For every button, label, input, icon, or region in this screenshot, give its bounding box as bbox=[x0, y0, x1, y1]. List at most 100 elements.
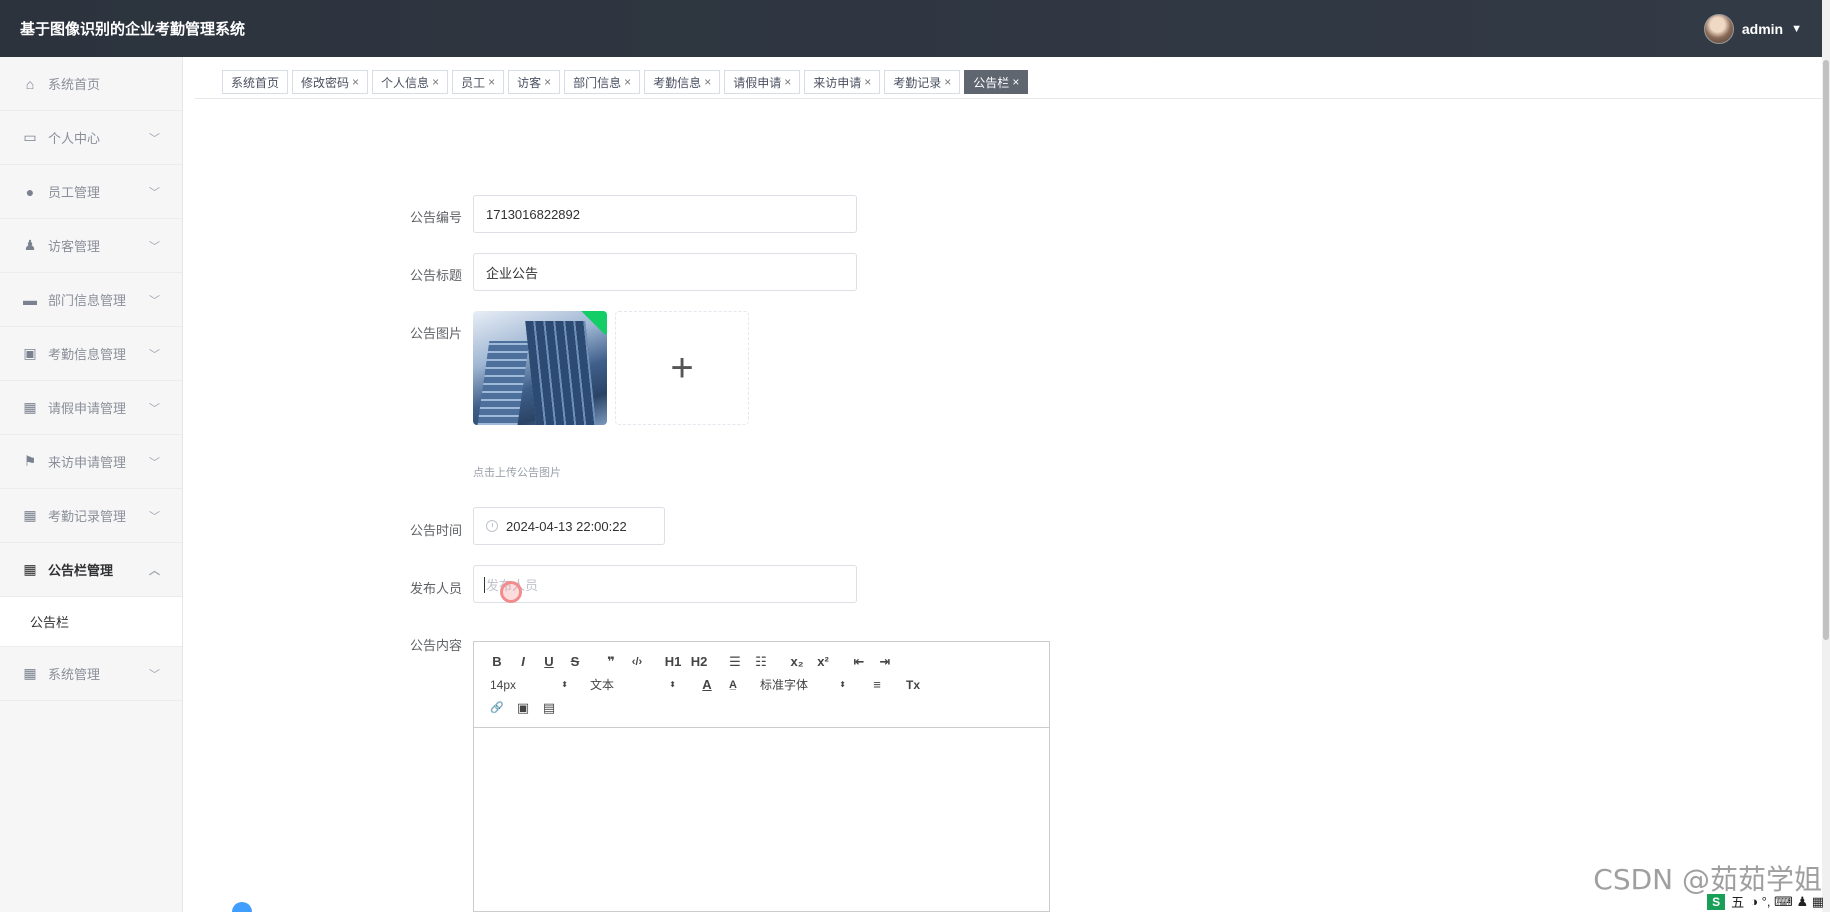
notice-time-picker[interactable]: 2024-04-13 22:00:22 bbox=[473, 507, 665, 545]
sidebar-item-label: 员工管理 bbox=[48, 185, 101, 200]
tab-attendance-info[interactable]: 考勤信息 × bbox=[644, 70, 721, 94]
close-icon[interactable]: × bbox=[352, 75, 359, 89]
video-icon[interactable]: ▤ bbox=[536, 700, 562, 716]
font-color-icon[interactable]: A bbox=[694, 677, 720, 692]
indent-icon[interactable]: ⇥ bbox=[872, 654, 898, 670]
username[interactable]: admin bbox=[1742, 21, 1783, 37]
tray-icons[interactable]: ◑ °, ⌨ ♟ ▦ bbox=[1750, 894, 1824, 910]
image-icon[interactable]: ▣ bbox=[510, 700, 536, 716]
ordered-list-icon[interactable]: ☰ bbox=[722, 654, 748, 670]
tab-leave-request[interactable]: 请假申请 × bbox=[724, 70, 801, 94]
bold-icon[interactable]: B bbox=[484, 654, 510, 669]
user-menu[interactable]: admin ▼ bbox=[1703, 13, 1802, 44]
sidebar-item-notice[interactable]: ▦ 公告栏管理 ︿ bbox=[0, 543, 182, 597]
editor-content-area[interactable] bbox=[474, 728, 1049, 911]
underline-icon[interactable]: U bbox=[536, 654, 562, 669]
grid-icon: ▦ bbox=[23, 399, 37, 415]
sidebar-item-attendance-record[interactable]: ▦ 考勤记录管理 ﹀ bbox=[0, 489, 182, 543]
tab-visit-request[interactable]: 来访申请 × bbox=[804, 70, 881, 94]
tab-employee[interactable]: 员工 × bbox=[452, 70, 505, 94]
top-header: 基于图像识别的企业考勤管理系统 admin ▼ bbox=[0, 0, 1822, 57]
sidebar-item-visitor[interactable]: ♟ 访客管理 ﹀ bbox=[0, 219, 182, 273]
sidebar-item-attendance-info[interactable]: ▣ 考勤信息管理 ﹀ bbox=[0, 327, 182, 381]
header-select[interactable]: 文本 ⬍ bbox=[576, 676, 684, 693]
floating-button[interactable] bbox=[232, 902, 252, 912]
font-size-select[interactable]: 14px ⬍ bbox=[484, 678, 576, 692]
sidebar-subitem-notice-board[interactable]: 公告栏 bbox=[0, 597, 182, 647]
notice-title-field[interactable]: 企业公告 bbox=[473, 253, 857, 291]
align-icon[interactable]: ≡ bbox=[864, 677, 890, 692]
font-family-select[interactable]: 标准字体 ⬍ bbox=[746, 676, 854, 693]
close-icon[interactable]: × bbox=[1012, 75, 1019, 89]
outdent-icon[interactable]: ⇤ bbox=[846, 654, 872, 670]
close-icon[interactable]: × bbox=[944, 75, 951, 89]
notice-number-field[interactable]: 1713016822892 bbox=[473, 195, 857, 233]
chevron-down-icon: ﹀ bbox=[149, 668, 160, 681]
superscript-icon[interactable]: x² bbox=[810, 654, 836, 669]
bullet-list-icon[interactable]: ☷ bbox=[748, 654, 774, 670]
italic-icon[interactable]: I bbox=[510, 654, 536, 669]
clear-format-icon[interactable]: Tx bbox=[900, 678, 926, 692]
chevron-down-icon: ﹀ bbox=[149, 132, 160, 145]
rich-text-editor[interactable]: B I U S ❞ ‹/› H1 H2 ☰ ☷ x₂ x² ⇤ ⇥ 14px ⬍ … bbox=[473, 641, 1050, 912]
tab-home[interactable]: 系统首页 bbox=[222, 70, 289, 94]
close-icon[interactable]: × bbox=[704, 75, 711, 89]
notice-image-label: 公告图片 bbox=[409, 326, 462, 341]
tab-label: 访客 bbox=[517, 75, 542, 90]
background-color-icon[interactable]: A̲ bbox=[720, 679, 746, 691]
select-arrow-icon: ⬍ bbox=[839, 680, 846, 689]
image-upload-button[interactable]: + bbox=[615, 311, 749, 425]
ime-mode[interactable]: 五 bbox=[1731, 892, 1744, 911]
code-block-icon[interactable]: ‹/› bbox=[624, 656, 650, 668]
close-icon[interactable]: × bbox=[784, 75, 791, 89]
toolbar-row-3: 🔗 ▣ ▤ bbox=[484, 696, 1039, 719]
tabs-divider bbox=[195, 98, 1822, 99]
header-1-icon[interactable]: H1 bbox=[660, 654, 686, 669]
sidebar-item-label: 公告栏管理 bbox=[48, 563, 114, 578]
tab-visitor[interactable]: 访客 × bbox=[508, 70, 561, 94]
sidebar-item-employee[interactable]: ● 员工管理 ﹀ bbox=[0, 165, 182, 219]
tab-label: 修改密码 bbox=[301, 75, 350, 90]
link-icon[interactable]: 🔗 bbox=[484, 701, 510, 714]
notice-time-value: 2024-04-13 22:00:22 bbox=[506, 518, 627, 534]
location-icon: ● bbox=[25, 183, 35, 200]
subscript-icon[interactable]: x₂ bbox=[784, 654, 810, 669]
close-icon[interactable]: × bbox=[488, 75, 495, 89]
close-icon[interactable]: × bbox=[432, 75, 439, 89]
upload-tip: 点击上传公告图片 bbox=[473, 467, 561, 479]
page-scrollbar[interactable] bbox=[1822, 0, 1830, 912]
sidebar-item-leave[interactable]: ▦ 请假申请管理 ﹀ bbox=[0, 381, 182, 435]
sidebar-item-label: 考勤记录管理 bbox=[48, 509, 127, 524]
blockquote-icon[interactable]: ❞ bbox=[598, 654, 624, 670]
sidebar-item-visit-request[interactable]: ⚑ 来访申请管理 ﹀ bbox=[0, 435, 182, 489]
select-arrow-icon: ⬍ bbox=[669, 680, 676, 689]
font-size-value: 14px bbox=[490, 677, 517, 692]
strike-icon[interactable]: S bbox=[562, 654, 588, 669]
flag-icon: ⚑ bbox=[23, 453, 37, 469]
tab-department[interactable]: 部门信息 × bbox=[564, 70, 641, 94]
notice-number-value: 1713016822892 bbox=[486, 206, 580, 222]
close-icon[interactable]: × bbox=[624, 75, 631, 89]
header-2-icon[interactable]: H2 bbox=[686, 654, 712, 669]
scrollbar-thumb[interactable] bbox=[1823, 60, 1829, 640]
sidebar-item-department[interactable]: ▬ 部门信息管理 ﹀ bbox=[0, 273, 182, 327]
ime-logo-icon[interactable]: S bbox=[1707, 893, 1726, 910]
sidebar-item-system[interactable]: ▦ 系统管理 ﹀ bbox=[0, 647, 182, 701]
tab-change-password[interactable]: 修改密码 × bbox=[292, 70, 369, 94]
close-icon[interactable]: × bbox=[544, 75, 551, 89]
avatar[interactable] bbox=[1703, 13, 1734, 44]
tab-notice-board[interactable]: 公告栏 × bbox=[964, 70, 1029, 94]
chevron-down-icon: ﹀ bbox=[149, 456, 160, 469]
uploaded-image-thumbnail[interactable] bbox=[473, 311, 607, 425]
caret-down-icon[interactable]: ▼ bbox=[1791, 23, 1802, 35]
toolbar-row-2: 14px ⬍ 文本 ⬍ A A̲ 标准字体 ⬍ ≡ Tx bbox=[484, 673, 1039, 696]
sidebar-item-profile[interactable]: ▭ 个人中心 ﹀ bbox=[0, 111, 182, 165]
close-icon[interactable]: × bbox=[864, 75, 871, 89]
tab-label: 请假申请 bbox=[733, 75, 782, 90]
notice-content-label: 公告内容 bbox=[409, 638, 462, 653]
sidebar-item-home[interactable]: ⌂ 系统首页 bbox=[0, 57, 182, 111]
sidebar-item-label: 来访申请管理 bbox=[48, 455, 127, 470]
tab-personal-info[interactable]: 个人信息 × bbox=[372, 70, 449, 94]
tab-attendance-record[interactable]: 考勤记录 × bbox=[884, 70, 961, 94]
publisher-input[interactable]: 发布人员 bbox=[473, 565, 857, 603]
